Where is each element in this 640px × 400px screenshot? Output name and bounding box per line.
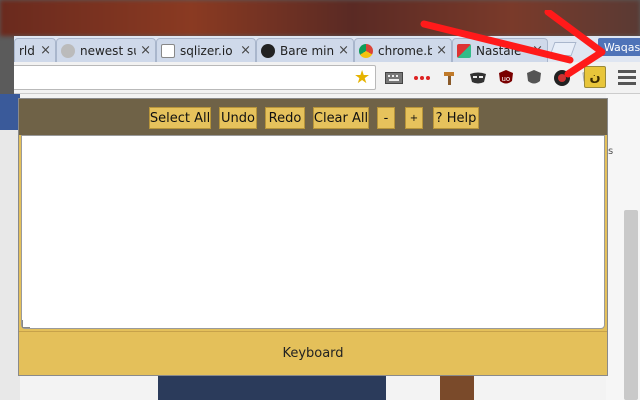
blurred-image: [158, 376, 386, 400]
urdu-text-area[interactable]: [21, 135, 605, 329]
urdu-editor-popup: Select All Undo Redo Clear All - + ? Hel…: [18, 98, 608, 376]
tab-2[interactable]: newest su ×: [56, 38, 156, 62]
popup-toolbar: Select All Undo Redo Clear All - + ? Hel…: [19, 99, 607, 135]
close-icon[interactable]: ×: [140, 43, 151, 58]
tab-1[interactable]: rld ×: [14, 38, 56, 62]
page-scrollbar[interactable]: [624, 210, 638, 400]
star-icon[interactable]: ★: [354, 67, 370, 88]
close-icon[interactable]: ×: [240, 43, 251, 58]
help-button[interactable]: ? Help: [433, 107, 479, 129]
close-icon[interactable]: ×: [338, 43, 349, 58]
page-text-fragment: s: [608, 146, 614, 157]
keyboard-icon[interactable]: [384, 68, 404, 88]
font-increase-button[interactable]: +: [405, 107, 423, 129]
omnibox[interactable]: ★: [14, 65, 376, 90]
select-all-button[interactable]: Select All: [149, 107, 211, 129]
tab-label: Bare mini: [280, 43, 335, 58]
tab-label: sqlizer.io: [180, 43, 233, 58]
blurred-webpage-header: [0, 94, 20, 130]
tab-3[interactable]: sqlizer.io ×: [156, 38, 256, 62]
red-arrow-annotation: [420, 10, 606, 78]
tab-label: rld: [19, 43, 35, 58]
blurred-image-2: [440, 376, 474, 400]
clear-all-button[interactable]: Clear All: [313, 107, 369, 129]
chrome-icon: [359, 43, 373, 58]
resize-handle[interactable]: [22, 320, 30, 328]
github-icon: [261, 43, 275, 58]
tab-4[interactable]: Bare mini ×: [256, 38, 354, 62]
redo-button[interactable]: Redo: [265, 107, 305, 129]
keyboard-toggle-button[interactable]: Keyboard: [19, 331, 607, 375]
undo-button[interactable]: Undo: [219, 107, 257, 129]
font-decrease-button[interactable]: -: [377, 107, 395, 129]
blurred-webpage-left: [0, 94, 20, 400]
chrome-menu-icon[interactable]: [618, 67, 636, 87]
close-icon[interactable]: ×: [40, 43, 51, 58]
tab-label: newest su: [80, 43, 137, 58]
document-icon: [161, 43, 175, 58]
reddit-icon: [61, 43, 75, 58]
